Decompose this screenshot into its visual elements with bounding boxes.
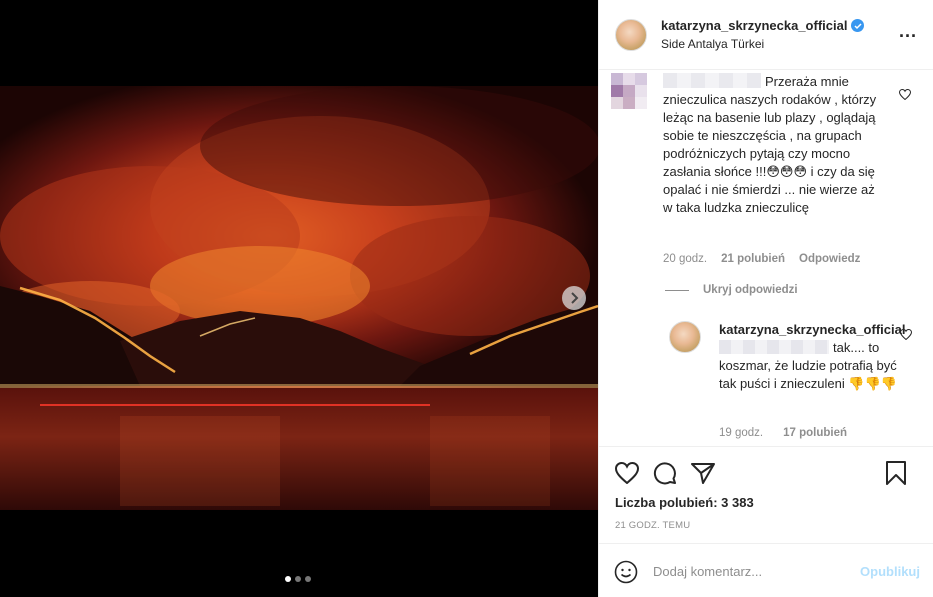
wildfire-image: [0, 86, 598, 510]
comment-like-heart-icon[interactable]: [898, 87, 912, 105]
comment-actions: 20 godz. 21 polubień Odpowiedz: [663, 253, 860, 265]
carousel-dot-3: [305, 576, 311, 582]
comment-text: Przeraża mnie znieczulica naszych rodakó…: [663, 74, 877, 215]
divider-line: [665, 289, 689, 291]
carousel-dot-2: [295, 576, 301, 582]
like-heart-icon[interactable]: [613, 459, 641, 487]
emoji-smiley-icon[interactable]: [613, 559, 639, 585]
author-avatar[interactable]: [615, 18, 647, 51]
add-comment-bar: Opublikuj: [599, 543, 933, 597]
blurred-mention: [719, 340, 829, 354]
post-header: katarzyna_skrzynecka_official Side Antal…: [599, 0, 933, 70]
comment-reply-button[interactable]: Odpowiedz: [799, 253, 860, 265]
post-footer: Liczba polubień: 3 383 21 GODZ. TEMU Opu…: [599, 446, 933, 583]
publish-comment-button[interactable]: Opublikuj: [860, 564, 920, 579]
reply-author-avatar[interactable]: [669, 321, 701, 353]
media-pane: [0, 0, 598, 597]
author-username[interactable]: katarzyna_skrzynecka_official: [661, 18, 847, 33]
hide-replies-button[interactable]: Ukryj odpowiedzi: [665, 284, 798, 296]
reply-likes[interactable]: 17 polubień: [783, 427, 847, 439]
blurred-username: [663, 73, 761, 88]
author-line: katarzyna_skrzynecka_official: [661, 18, 865, 33]
post-photo-wildfire: [0, 86, 598, 510]
reply-username[interactable]: katarzyna_skrzynecka_official: [719, 321, 905, 339]
post-location[interactable]: Side Antalya Türkei: [661, 37, 864, 51]
reply-actions: 19 godz. 17 polubień: [719, 427, 847, 439]
post-side-panel: katarzyna_skrzynecka_official Side Antal…: [598, 0, 933, 597]
save-bookmark-icon[interactable]: [882, 459, 910, 487]
more-options-ellipsis-icon[interactable]: ...: [899, 22, 917, 40]
reply-time: 19 godz.: [719, 427, 764, 439]
hide-replies-label: Ukryj odpowiedzi: [703, 284, 798, 296]
carousel-dots: [285, 576, 311, 582]
verified-badge-icon: [851, 19, 865, 32]
comments-list: Przeraża mnie znieczulica naszych rodakó…: [599, 71, 933, 446]
comment-input[interactable]: [653, 564, 861, 579]
comment-bubble-icon[interactable]: [651, 459, 679, 487]
carousel-next-button[interactable]: [562, 286, 586, 310]
chevron-right-icon: [571, 292, 579, 304]
author-meta: katarzyna_skrzynecka_official Side Antal…: [661, 18, 865, 51]
reply-like-heart-icon[interactable]: [899, 327, 913, 345]
comment-likes[interactable]: 21 polubień: [721, 253, 785, 265]
share-paper-plane-icon[interactable]: [689, 459, 717, 487]
instagram-post-modal: katarzyna_skrzynecka_official Side Antal…: [0, 0, 933, 597]
comment-time: 20 godz.: [663, 253, 708, 265]
post-timestamp[interactable]: 21 GODZ. TEMU: [599, 520, 933, 531]
commenter-avatar-pixelated[interactable]: [611, 73, 647, 109]
carousel-dot-1: [285, 576, 291, 582]
action-icons-row: [599, 447, 933, 499]
reply-text-block: katarzyna_skrzynecka_official tak.... to…: [719, 321, 905, 393]
comment-text-block: Przeraża mnie znieczulica naszych rodakó…: [663, 73, 883, 217]
